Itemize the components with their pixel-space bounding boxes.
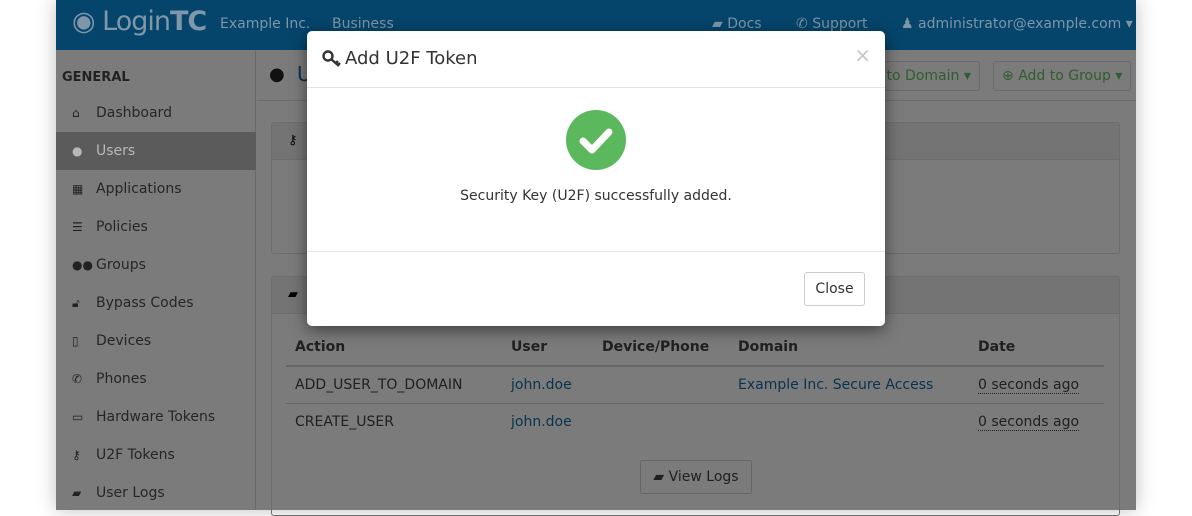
modal-title: Add U2F Token bbox=[345, 48, 478, 69]
grid-icon: ▦ bbox=[72, 182, 84, 196]
plan-link[interactable]: Business bbox=[332, 16, 394, 32]
divider bbox=[286, 365, 1104, 367]
support-link[interactable]: ✆ Support bbox=[796, 16, 868, 32]
hdd-icon: ▭ bbox=[72, 410, 84, 424]
log-date: 0 seconds ago bbox=[978, 377, 1080, 394]
column-header-domain: Domain bbox=[738, 339, 799, 355]
sidebar-item-policies[interactable]: ☰ Policies bbox=[56, 208, 256, 246]
view-logs-button[interactable]: ▰ View Logs bbox=[640, 460, 752, 494]
phone-icon: ✆ bbox=[72, 372, 83, 386]
logo[interactable]: ◉ LoginTC bbox=[72, 6, 207, 37]
success-check-icon bbox=[566, 110, 626, 170]
book-icon: ▰ bbox=[712, 16, 728, 32]
column-header-date: Date bbox=[978, 339, 1016, 355]
sidebar-heading: GENERAL bbox=[62, 70, 130, 85]
log-action: ADD_USER_TO_DOMAIN bbox=[295, 377, 463, 393]
sidebar-item-applications[interactable]: ▦ Applications bbox=[56, 170, 256, 208]
column-header-device: Device/Phone bbox=[602, 339, 710, 355]
sidebar-item-hardware-tokens[interactable]: ▭ Hardware Tokens bbox=[56, 398, 256, 436]
log-user-link[interactable]: john.doe bbox=[511, 377, 572, 393]
log-action: CREATE_USER bbox=[295, 414, 394, 430]
sidebar-item-devices[interactable]: ▯ Devices bbox=[56, 322, 256, 360]
key-icon bbox=[322, 50, 341, 67]
user-icon: ♟ bbox=[901, 16, 919, 32]
sidebar: GENERAL ⌂ Dashboard ● Users ▦ Applications … bbox=[56, 50, 256, 510]
user-icon: ● bbox=[269, 64, 285, 85]
log-date: 0 seconds ago bbox=[978, 414, 1080, 431]
book-icon: ▰ bbox=[288, 287, 298, 302]
unlock-icon: 🔓︎ bbox=[72, 295, 80, 310]
divider bbox=[286, 403, 1104, 404]
sidebar-item-user-logs[interactable]: ▰ User Logs bbox=[56, 474, 256, 512]
book-icon: ▰ bbox=[653, 469, 665, 485]
home-icon: ⌂ bbox=[72, 106, 80, 120]
account-menu[interactable]: ♟ administrator@example.com ▾ bbox=[901, 16, 1133, 32]
book-icon: ▰ bbox=[72, 486, 82, 500]
log-domain-link[interactable]: Example Inc. Secure Access bbox=[738, 377, 933, 393]
key-icon: ⚷ bbox=[72, 448, 81, 462]
plus-circle-icon: ⊕ bbox=[1002, 68, 1014, 84]
sidebar-item-dashboard[interactable]: ⌂ Dashboard bbox=[56, 94, 256, 132]
add-u2f-token-modal: Add U2F Token × Security Key (U2F) succe… bbox=[307, 31, 885, 326]
sidebar-item-phones[interactable]: ✆ Phones bbox=[56, 360, 256, 398]
modal-close-x-button[interactable]: × bbox=[854, 43, 871, 67]
sidebar-item-bypass-codes[interactable]: 🔓︎ Bypass Codes bbox=[56, 284, 256, 322]
sidebar-item-u2f-tokens[interactable]: ⚷ U2F Tokens bbox=[56, 436, 256, 474]
close-button[interactable]: Close bbox=[804, 272, 865, 306]
org-link[interactable]: Example Inc. bbox=[220, 16, 310, 32]
success-message: Security Key (U2F) successfully added. bbox=[460, 188, 732, 204]
column-header-action: Action bbox=[295, 339, 346, 355]
mobile-icon: ▯ bbox=[72, 334, 79, 348]
sidebar-item-groups[interactable]: ●● Groups bbox=[56, 246, 256, 284]
users-icon: ●● bbox=[72, 258, 93, 272]
sidebar-item-users[interactable]: ● Users bbox=[56, 132, 256, 170]
user-icon: ● bbox=[72, 144, 83, 158]
add-to-group-button[interactable]: ⊕ Add to Group ▾ bbox=[993, 61, 1132, 91]
log-user-link[interactable]: john.doe bbox=[511, 414, 572, 430]
docs-link[interactable]: ▰ Docs bbox=[712, 16, 762, 32]
phone-icon: ✆ bbox=[796, 16, 813, 32]
column-header-user: User bbox=[511, 339, 548, 355]
key-icon: ⚷ bbox=[288, 133, 298, 148]
list-icon: ☰ bbox=[72, 220, 83, 234]
